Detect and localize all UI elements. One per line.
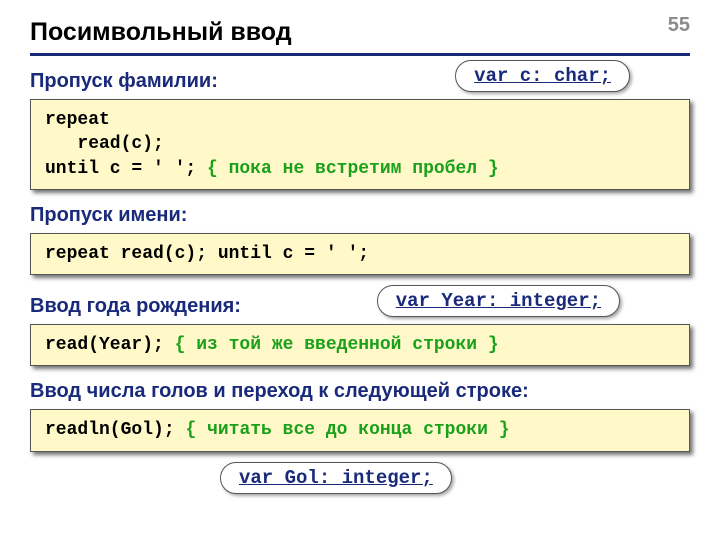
- section-input-year: Ввод года рождения: var Year: integer; r…: [30, 281, 690, 366]
- code-block: repeat read(c); until c = ' '; { пока не…: [30, 99, 690, 190]
- section-input-gol: Ввод числа голов и переход к следующей с…: [30, 380, 690, 451]
- callout-var-year: var Year: integer;: [377, 285, 620, 317]
- section-skip-name: Пропуск имени: repeat read(c); until c =…: [30, 204, 690, 275]
- section-label: Ввод года рождения:: [30, 295, 241, 318]
- callout-var-c: var c: char;: [455, 60, 630, 92]
- page-number: 55: [668, 14, 690, 37]
- code-block: read(Year); { из той же введенной строки…: [30, 324, 690, 366]
- code-block: readln(Gol); { читать все до конца строк…: [30, 409, 690, 451]
- section-skip-surname: Пропуск фамилии: var c: char; repeat rea…: [30, 70, 690, 190]
- page-title: Посимвольный ввод: [30, 18, 690, 56]
- callout-var-gol: var Gol: integer;: [220, 462, 452, 494]
- code-block: repeat read(c); until c = ' ';: [30, 233, 690, 275]
- section-label: Пропуск имени:: [30, 204, 690, 227]
- section-label: Ввод числа голов и переход к следующей с…: [30, 380, 690, 403]
